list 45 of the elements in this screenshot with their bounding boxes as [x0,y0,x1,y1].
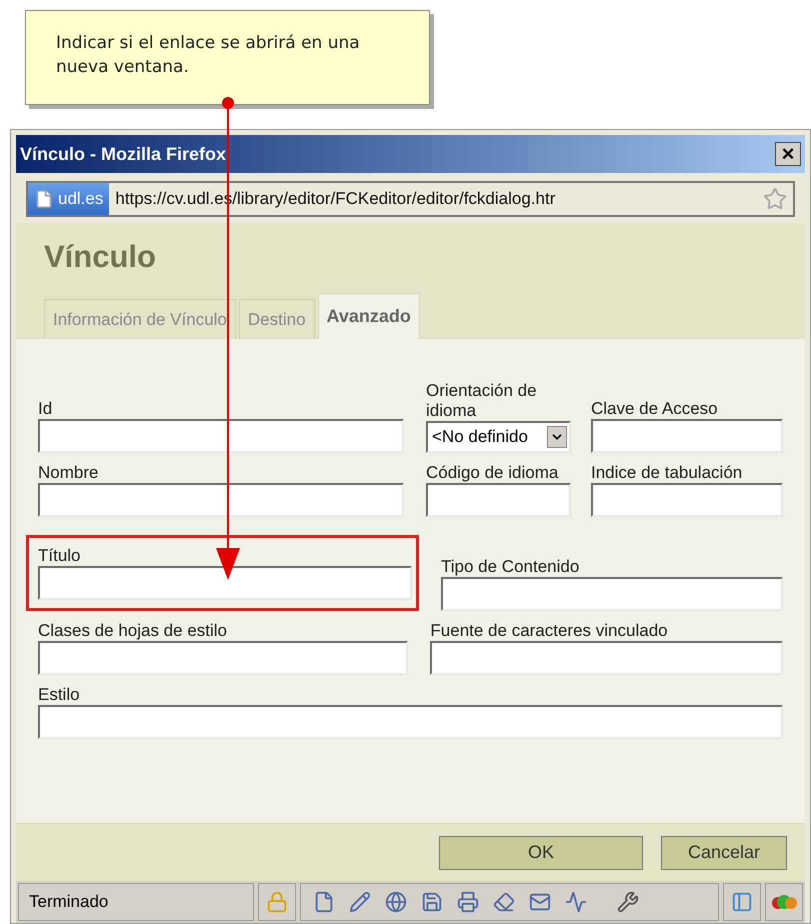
input-field[interactable] [38,566,412,600]
input-field[interactable] [591,483,783,517]
tab[interactable]: Avanzado [318,293,420,339]
toolbar-icon[interactable] [529,891,551,913]
toolbar-icon[interactable] [421,891,443,913]
field-label: Código de idioma [426,463,560,483]
input-field[interactable] [441,577,783,611]
input-field[interactable] [38,419,404,453]
field-label: Tipo de Contenido [441,557,580,577]
toolbar-icon[interactable] [313,891,335,913]
field-label: Id [38,399,54,419]
toolbar-icon[interactable] [565,891,587,913]
wrench-icon[interactable] [617,891,639,913]
toolbar-icon[interactable] [457,891,479,913]
status-dots-icon [771,894,797,910]
input-field[interactable] [38,483,404,517]
padlock-icon [266,891,288,913]
callout-text: Indicar si el enlace se abrirá en una nueva ventana. [56,33,360,77]
language-direction-select[interactable]: <No definido [426,421,571,453]
dialog-button[interactable]: OK [439,836,643,870]
status-text: Terminado [18,883,254,921]
field-label: Clave de Acceso [591,399,719,419]
dialog-title: Vínculo [44,239,157,275]
field-label: Nombre [38,463,100,483]
site-identity-button[interactable]: udl.es [28,183,110,215]
dialog-button[interactable]: Cancelar [661,836,787,870]
input-field[interactable] [430,641,783,675]
field-label: Clases de hojas de estilo [38,621,228,641]
field-label: Estilo [38,685,81,705]
field-label: Orientación de idioma [426,381,538,421]
window-title: Vínculo - Mozilla Firefox [20,142,226,166]
field-label: Título [38,546,82,566]
dropdown-icon [547,426,567,448]
input-field[interactable] [38,705,783,739]
toolbar-icon[interactable] [493,891,515,913]
toolbar-icon[interactable] [385,891,407,913]
page-icon [34,189,54,209]
input-field[interactable] [38,641,408,675]
field-label: Fuente de caracteres vinculado [430,621,669,641]
input-field[interactable] [426,483,571,517]
input-field[interactable] [591,419,783,453]
toolbar-icon[interactable] [349,891,371,913]
close-button[interactable]: × [775,142,801,166]
star-icon[interactable] [763,187,787,211]
field-label: Indice de tabulación [591,463,744,483]
